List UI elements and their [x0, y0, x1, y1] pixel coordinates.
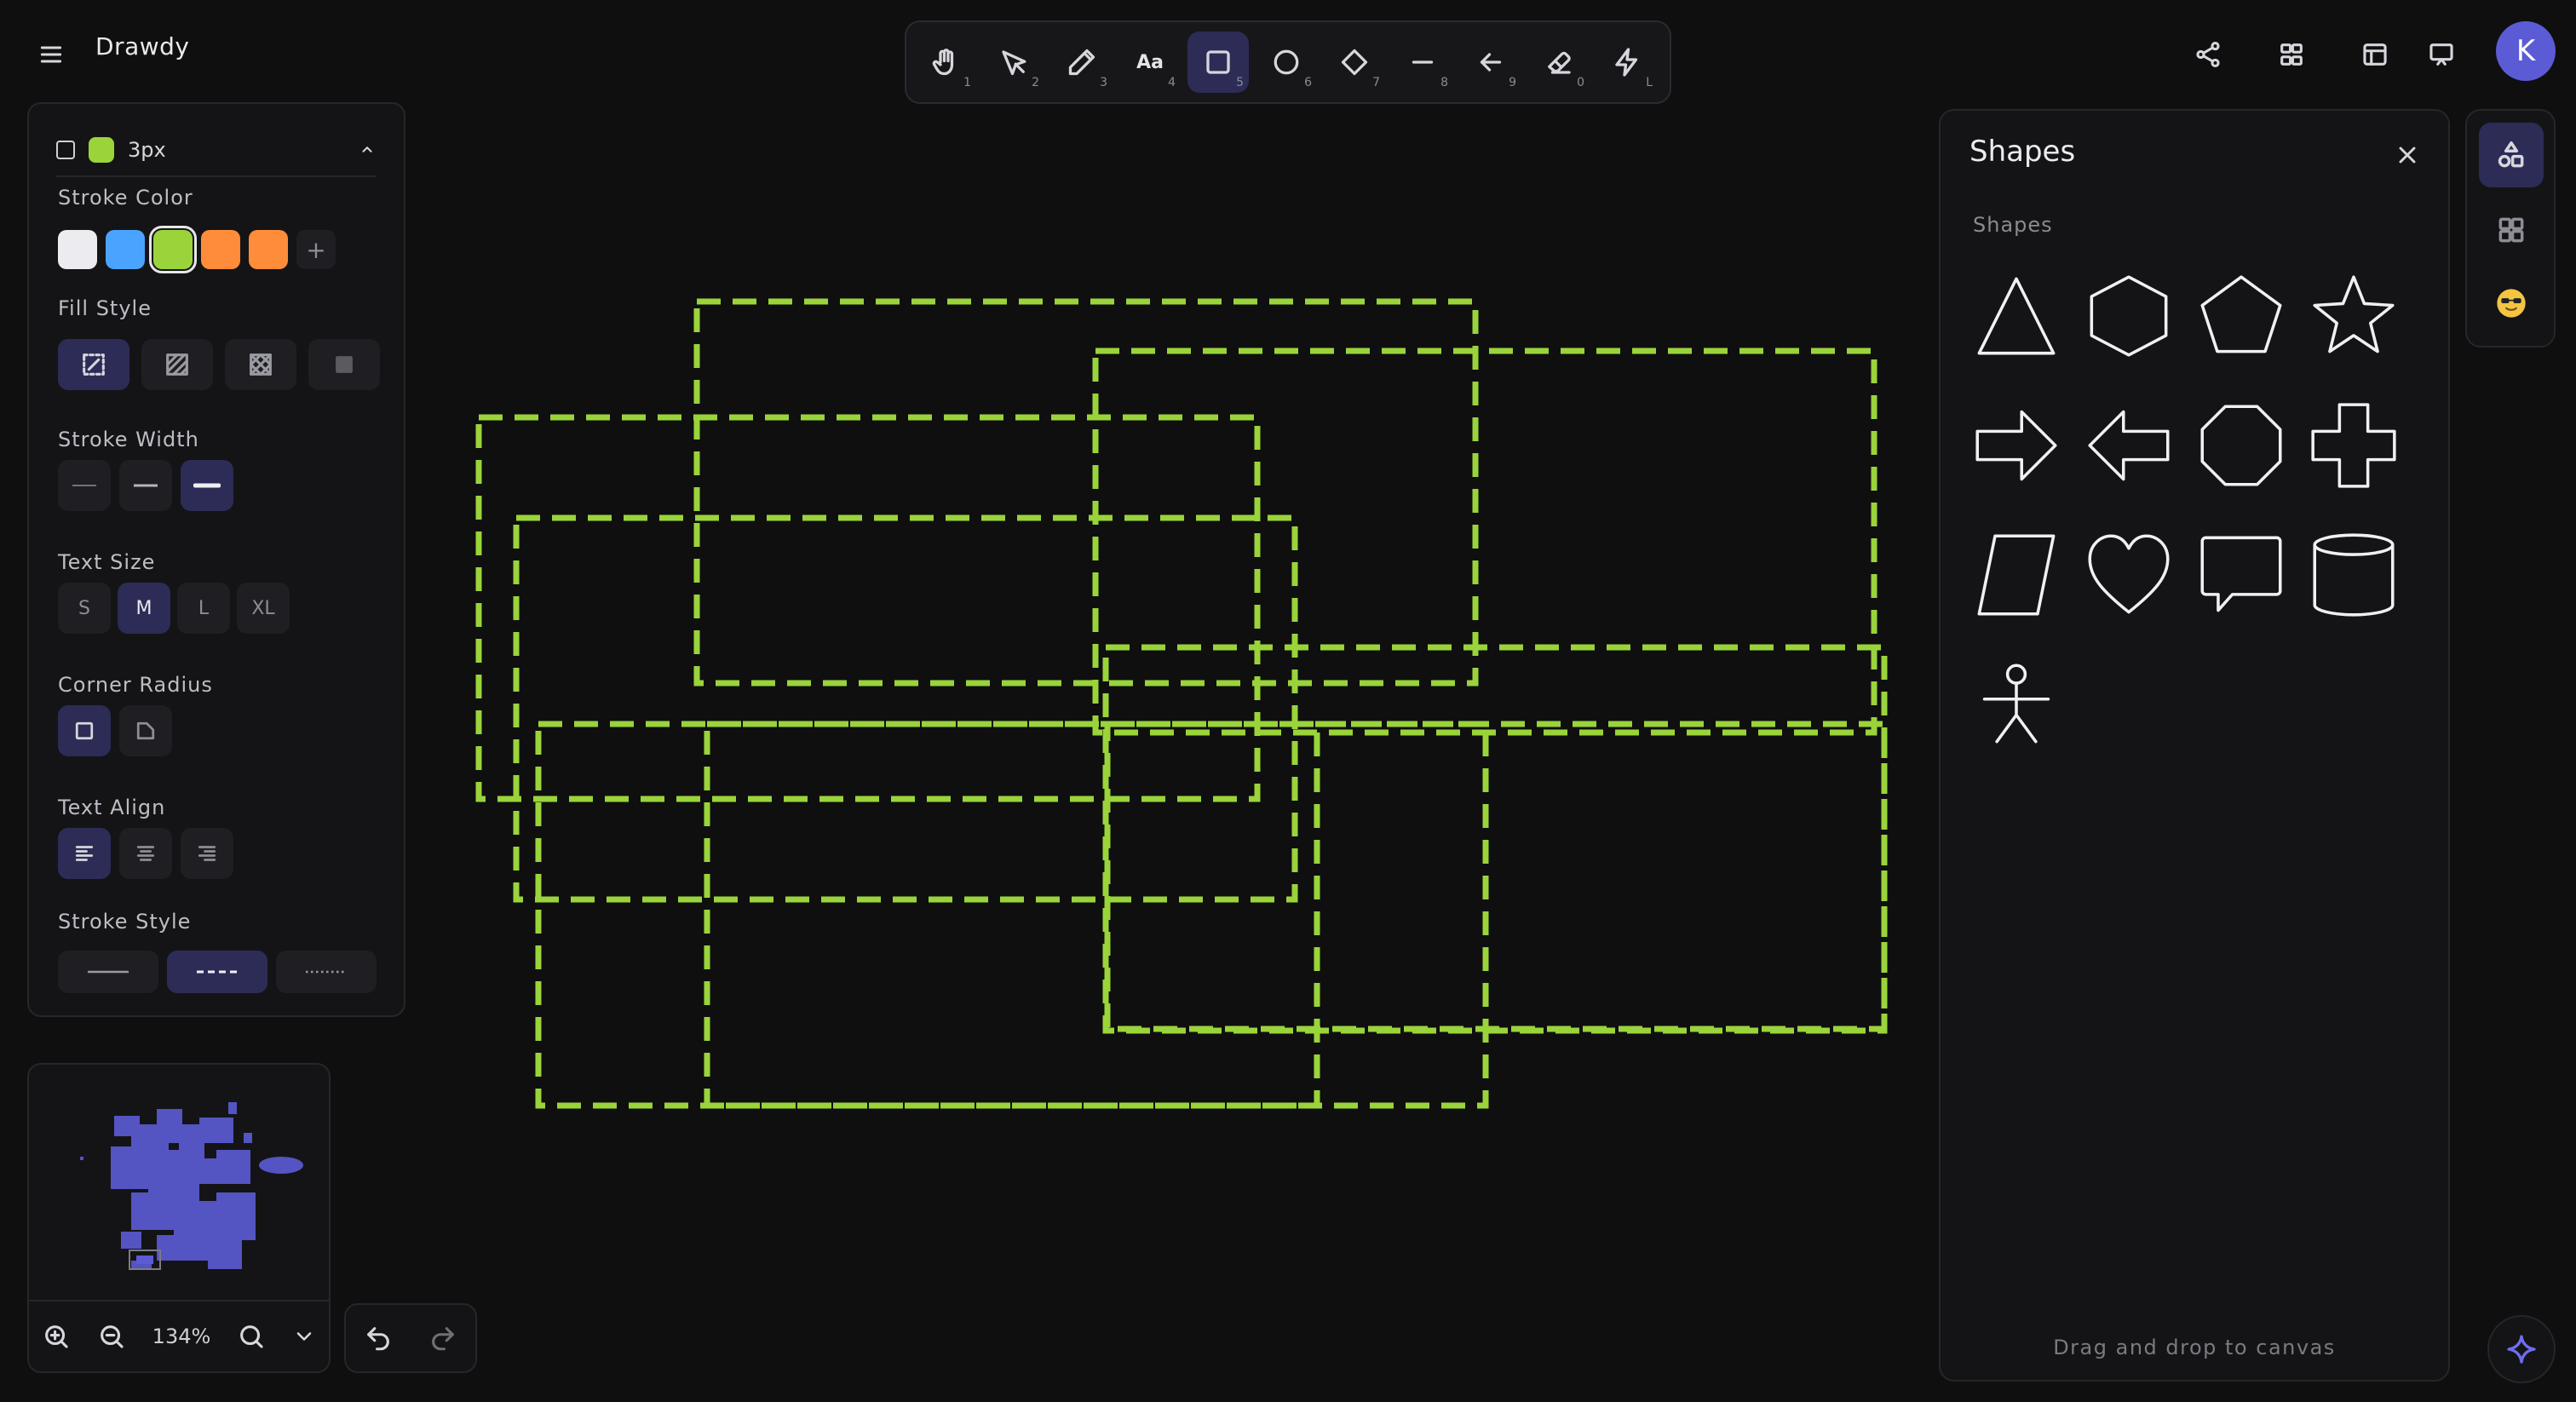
- pentagon-icon: [2200, 275, 2282, 353]
- shape-arrow-right[interactable]: [1966, 395, 2067, 496]
- canvas-rectangle[interactable]: [704, 721, 1489, 1109]
- triangle-icon: [1977, 277, 2056, 355]
- shape-pentagon[interactable]: [2191, 266, 2291, 366]
- shape-cylinder[interactable]: [2303, 525, 2404, 625]
- zoom-out-icon[interactable]: [97, 1322, 126, 1351]
- parallelogram-icon: [1977, 534, 2056, 616]
- shape-parallelogram[interactable]: [1966, 525, 2067, 625]
- shape-arrow-left[interactable]: [2079, 395, 2179, 496]
- speech-bubble-icon: [2200, 536, 2282, 612]
- cylinder-icon: [2313, 533, 2395, 617]
- star-icon: [2313, 275, 2395, 353]
- sunglasses-emoji-icon: [2497, 289, 2526, 318]
- arrow-left-icon: [2088, 410, 2170, 481]
- shapes-panel-hint: Drag and drop to canvas: [2053, 1336, 2336, 1359]
- shapes-panel-title: Shapes: [1969, 135, 2076, 169]
- shape-stick-figure[interactable]: [1966, 654, 2067, 755]
- canvas-rectangle[interactable]: [1092, 348, 1877, 736]
- history-controls: [344, 1303, 477, 1373]
- canvas-rectangle[interactable]: [513, 514, 1298, 903]
- hexagon-icon: [2090, 275, 2168, 357]
- shape-heart[interactable]: [2079, 525, 2179, 625]
- undo-icon[interactable]: [364, 1324, 393, 1353]
- redo-icon[interactable]: [428, 1324, 457, 1353]
- grid-icon: [2498, 217, 2524, 243]
- shapes-panel: Shapes Shapes Drag and drop to canvas: [1939, 109, 2450, 1382]
- search-icon[interactable]: [237, 1322, 266, 1351]
- close-icon: [2399, 147, 2416, 164]
- canvas-rectangle[interactable]: [535, 721, 1320, 1109]
- chevron-down-icon[interactable]: [292, 1324, 316, 1348]
- shape-cross[interactable]: [2303, 395, 2404, 496]
- shapes-section-label: Shapes: [1973, 213, 2053, 237]
- stick-figure-icon: [1982, 664, 2050, 744]
- shape-star[interactable]: [2303, 266, 2404, 366]
- zoom-controls: 134%: [29, 1300, 329, 1371]
- rail-emoji-button[interactable]: [2479, 271, 2544, 336]
- sparkle-icon: [2507, 1335, 2536, 1364]
- ai-assistant-button[interactable]: [2487, 1315, 2556, 1383]
- minimap[interactable]: 134%: [27, 1063, 331, 1373]
- zoom-level[interactable]: 134%: [152, 1324, 211, 1348]
- octagon-icon: [2200, 405, 2282, 486]
- canvas-rectangle[interactable]: [693, 298, 1479, 687]
- shape-triangle[interactable]: [1966, 266, 2067, 366]
- shape-octagon[interactable]: [2191, 395, 2291, 496]
- zoom-in-icon[interactable]: [42, 1322, 71, 1351]
- side-rail: [2465, 109, 2556, 348]
- cross-icon: [2311, 403, 2396, 488]
- shape-speech-bubble[interactable]: [2191, 525, 2291, 625]
- rail-shapes-button[interactable]: [2479, 123, 2544, 187]
- minimap-preview: [80, 1102, 303, 1270]
- canvas-rectangle[interactable]: [1102, 644, 1888, 1034]
- canvas-rectangle[interactable]: [1104, 721, 1888, 1032]
- shape-hexagon[interactable]: [2079, 266, 2179, 366]
- rail-library-button[interactable]: [2479, 198, 2544, 262]
- arrow-right-icon: [1975, 410, 2057, 481]
- canvas-rectangle[interactable]: [475, 414, 1261, 802]
- shapes-icon: [2498, 141, 2524, 168]
- heart-icon: [2088, 534, 2170, 614]
- close-button[interactable]: [2394, 141, 2421, 172]
